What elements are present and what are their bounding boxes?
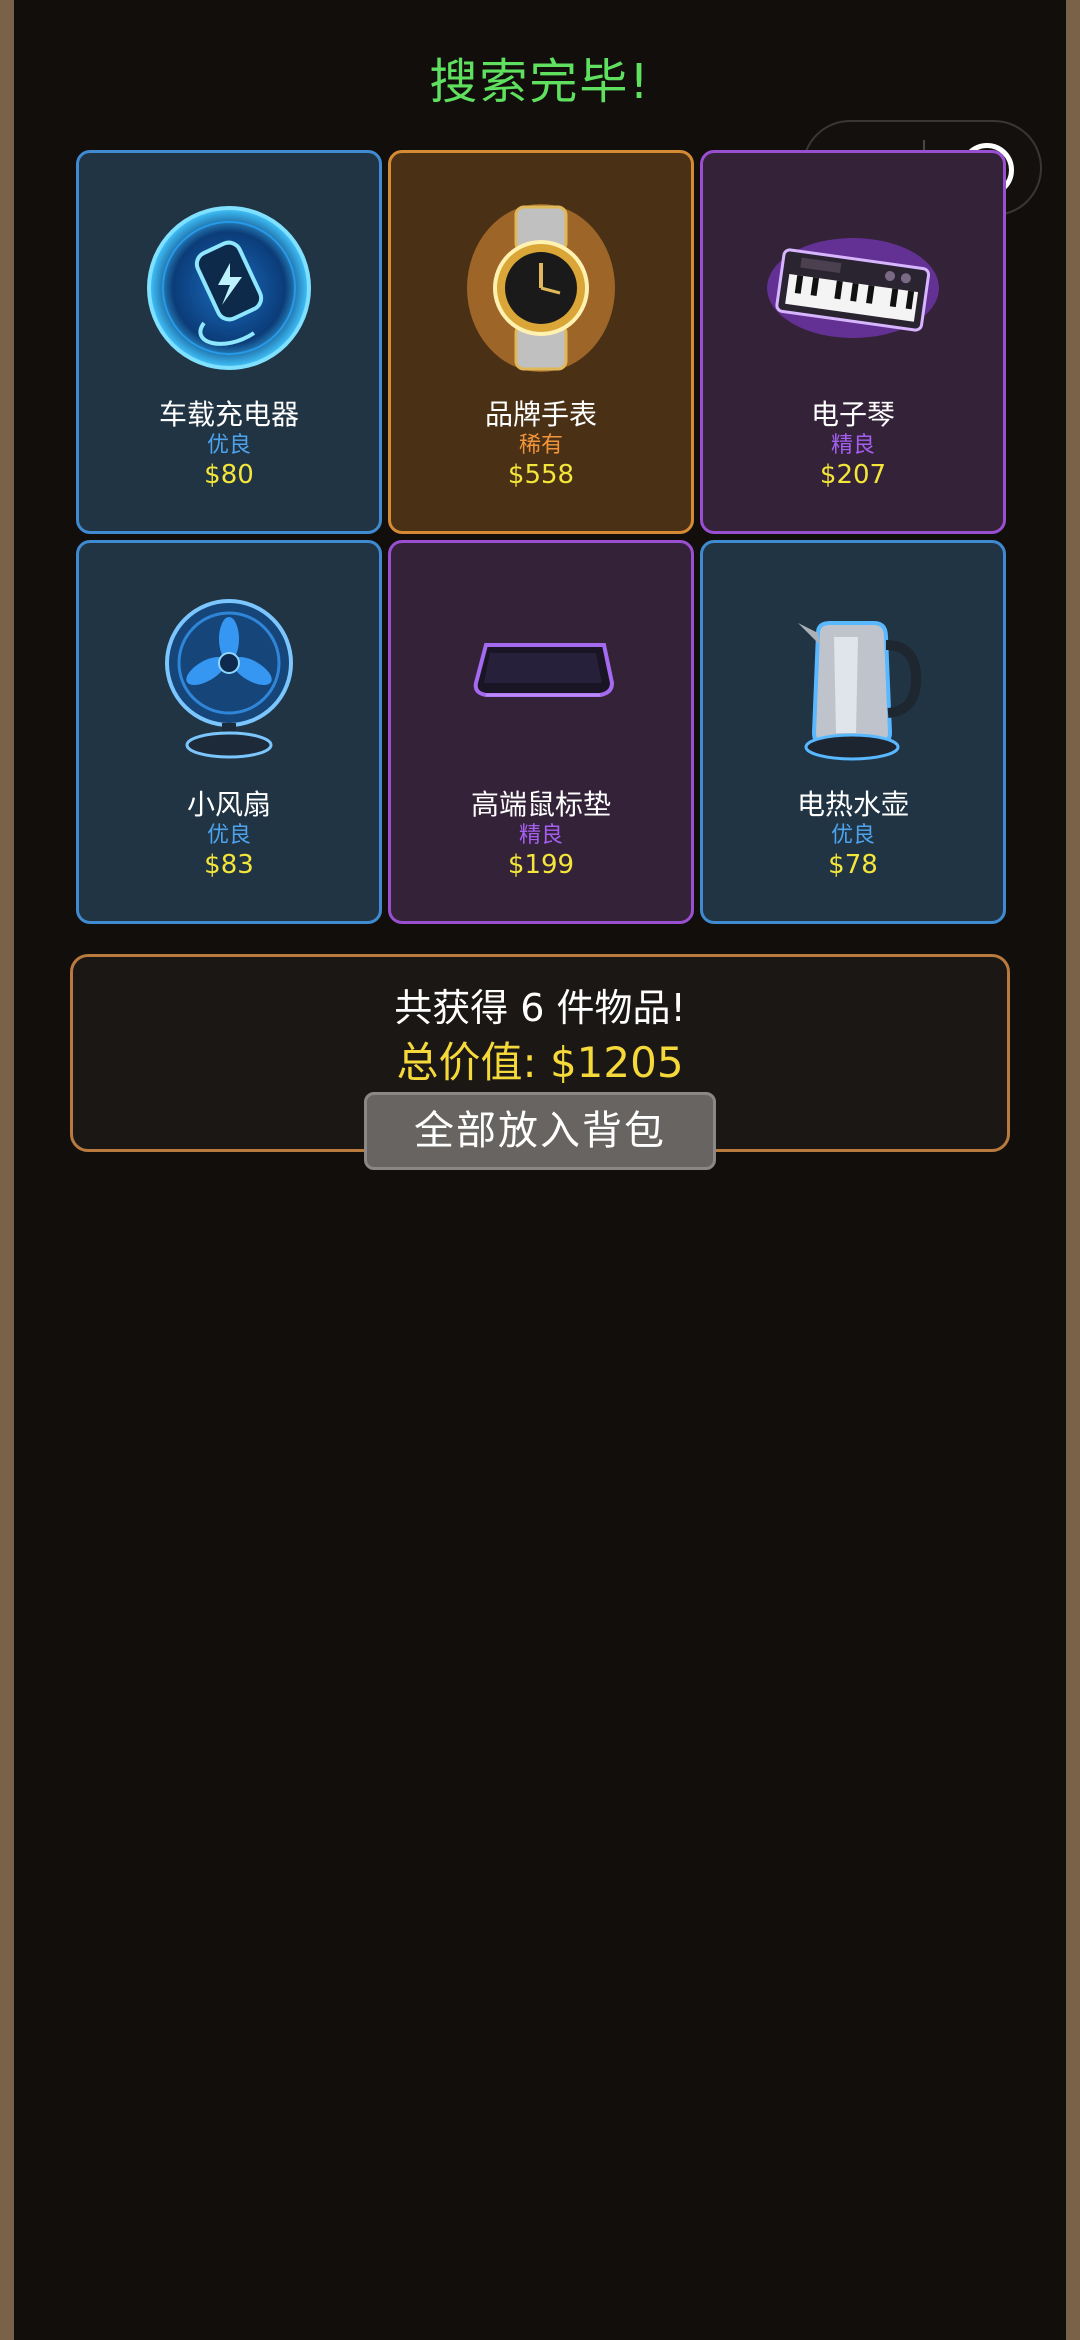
mouse-pad-icon (473, 643, 615, 697)
item-count-text: 共获得 6 件物品! (394, 986, 686, 1030)
car-charger-icon (147, 206, 311, 370)
keyboard-piano-icon (767, 238, 939, 338)
item-rarity: 稀有 (518, 433, 563, 458)
item-card-electronic-keyboard[interactable]: 电子琴 精良 $207 (700, 150, 1006, 534)
item-card-electric-kettle[interactable]: 电热水壶 优良 $78 (700, 540, 1006, 924)
total-value-text: 总价值: $1205 (396, 1038, 684, 1087)
item-rarity: 优良 (206, 433, 251, 458)
item-price: $80 (204, 460, 254, 490)
desk-fan-icon (165, 599, 293, 759)
item-card-mouse-pad[interactable]: 高端鼠标垫 精良 $199 (388, 540, 694, 924)
item-rarity: 精良 (830, 433, 875, 458)
item-price: $83 (204, 850, 254, 880)
item-rarity: 优良 (830, 823, 875, 848)
item-card-brand-watch[interactable]: 品牌手表 稀有 $558 (388, 150, 694, 534)
electric-kettle-icon (798, 621, 922, 761)
item-price: $199 (507, 850, 575, 880)
item-rarity: 精良 (518, 823, 563, 848)
item-price: $558 (507, 460, 575, 490)
item-rarity: 优良 (206, 823, 251, 848)
item-card-car-charger[interactable]: 车载充电器 优良 $80 (76, 150, 382, 534)
page-title: 搜索完毕! (429, 54, 651, 110)
watch-icon (467, 204, 615, 372)
item-price: $207 (819, 460, 887, 490)
put-all-in-backpack-button[interactable]: 全部放入背包 (364, 1092, 716, 1170)
item-card-small-fan[interactable]: 小风扇 优良 $83 (76, 540, 382, 924)
item-price: $78 (828, 850, 878, 880)
